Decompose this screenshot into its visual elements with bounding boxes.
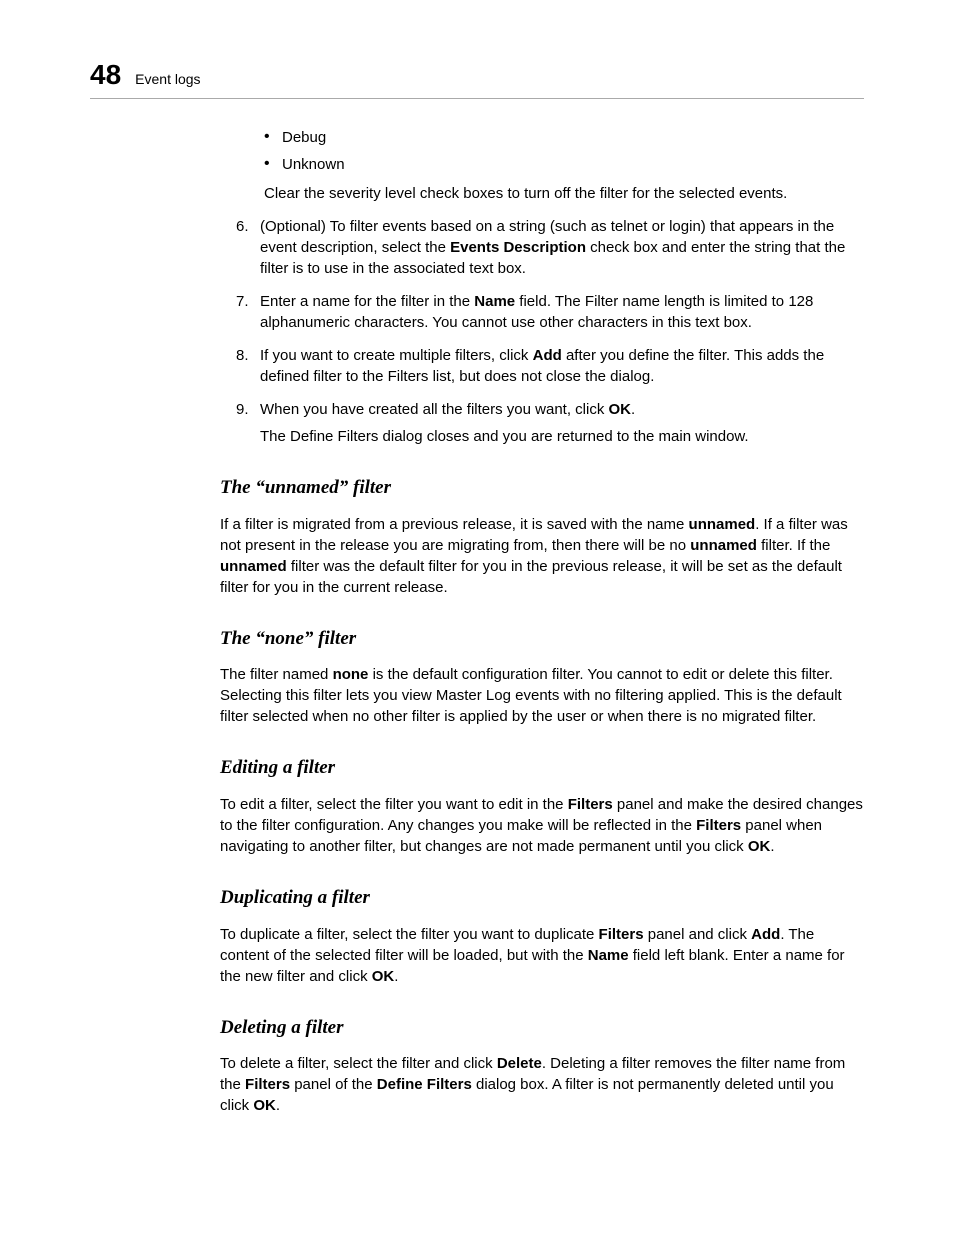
text: filter. If the <box>757 537 830 554</box>
bold-term: Name <box>474 293 515 310</box>
paragraph: If a filter is migrated from a previous … <box>220 514 864 598</box>
bold-term: Filters <box>245 1076 290 1093</box>
text: To duplicate a filter, select the filter… <box>220 926 599 943</box>
bold-term: OK <box>253 1097 276 1114</box>
text: filter was the default filter for you in… <box>220 558 842 596</box>
step-followup-text: The Define Filters dialog closes and you… <box>260 426 864 447</box>
bold-term: Add <box>533 347 562 364</box>
step-text: If you want to create multiple filters, … <box>260 347 533 364</box>
text: To edit a filter, select the filter you … <box>220 796 568 813</box>
bold-term: OK <box>609 401 632 418</box>
bold-term: unnamed <box>690 537 757 554</box>
bold-term: Delete <box>497 1055 542 1072</box>
bullet-item: Unknown <box>264 154 864 175</box>
paragraph: To delete a filter, select the filter an… <box>220 1053 864 1116</box>
bold-term: Add <box>751 926 780 943</box>
heading-editing-filter: Editing a filter <box>220 755 864 782</box>
bold-term: Filters <box>568 796 613 813</box>
heading-unnamed-filter: The “unnamed” filter <box>220 475 864 502</box>
bold-term: OK <box>748 838 771 855</box>
page-header: 48 Event logs <box>90 55 864 99</box>
bold-term: Define Filters <box>377 1076 472 1093</box>
step-text: Enter a name for the filter in the <box>260 293 474 310</box>
bullet-item: Debug <box>264 127 864 148</box>
text: . <box>770 838 774 855</box>
paragraph: The filter named none is the default con… <box>220 664 864 727</box>
text: panel and click <box>644 926 752 943</box>
text: The filter named <box>220 666 333 683</box>
bold-term: Name <box>588 947 629 964</box>
text: . <box>394 968 398 985</box>
page-content: Debug Unknown Clear the severity level c… <box>220 127 864 1116</box>
steps-list: (Optional) To filter events based on a s… <box>220 216 864 447</box>
step-8: If you want to create multiple filters, … <box>260 345 864 387</box>
heading-duplicating-filter: Duplicating a filter <box>220 885 864 912</box>
text: If a filter is migrated from a previous … <box>220 516 689 533</box>
bullet-list: Debug Unknown <box>220 127 864 175</box>
heading-deleting-filter: Deleting a filter <box>220 1015 864 1042</box>
text: To delete a filter, select the filter an… <box>220 1055 497 1072</box>
step-6: (Optional) To filter events based on a s… <box>260 216 864 279</box>
bold-term: unnamed <box>689 516 756 533</box>
bullet-followup-text: Clear the severity level check boxes to … <box>264 183 864 204</box>
page-number: 48 <box>90 55 121 94</box>
bold-term: OK <box>372 968 395 985</box>
bold-term: Filters <box>599 926 644 943</box>
bold-term: unnamed <box>220 558 287 575</box>
step-text: . <box>631 401 635 418</box>
paragraph: To duplicate a filter, select the filter… <box>220 924 864 987</box>
page: 48 Event logs Debug Unknown Clear the se… <box>0 0 954 1235</box>
step-text: When you have created all the filters yo… <box>260 401 609 418</box>
step-9: When you have created all the filters yo… <box>260 399 864 447</box>
bold-term: none <box>333 666 369 683</box>
heading-none-filter: The “none” filter <box>220 626 864 653</box>
bold-term: Events Description <box>450 239 586 256</box>
step-7: Enter a name for the filter in the Name … <box>260 291 864 333</box>
text: . <box>276 1097 280 1114</box>
header-title: Event logs <box>135 70 200 90</box>
bold-term: Filters <box>696 817 741 834</box>
text: panel of the <box>290 1076 377 1093</box>
paragraph: To edit a filter, select the filter you … <box>220 794 864 857</box>
